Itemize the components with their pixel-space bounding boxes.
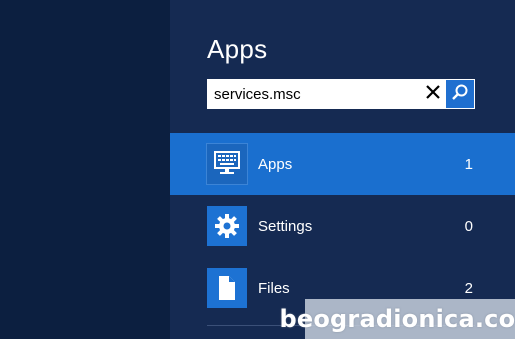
result-count: 0 [464, 217, 473, 235]
apps-keyboard-monitor-icon [206, 143, 248, 185]
result-label: Apps [258, 155, 293, 173]
search-button[interactable] [446, 80, 474, 108]
file-icon [207, 268, 247, 308]
search-icon [451, 83, 469, 106]
search-input[interactable] [208, 80, 420, 108]
clear-search-button[interactable] [420, 80, 446, 108]
result-settings[interactable]: Settings 0 [170, 195, 515, 257]
search-results-list: Apps 1 Settings 0 Files 2 [170, 133, 515, 319]
result-count: 1 [464, 155, 473, 173]
close-icon [425, 84, 441, 105]
result-label: Files [258, 279, 290, 297]
start-screen: Apps services.msc Apps 1 Settings 0 File… [0, 0, 515, 339]
watermark: beogradionica.com [279, 299, 515, 339]
result-count: 2 [464, 279, 473, 297]
search-charm-pane: Apps services.msc Apps 1 Settings 0 File… [170, 0, 515, 339]
gear-icon [207, 206, 247, 246]
result-label: Settings [258, 217, 313, 235]
pane-title: Apps [207, 34, 268, 64]
watermark-text: beogradionica.com [279, 305, 515, 333]
search-box [207, 79, 475, 109]
result-apps[interactable]: Apps 1 [170, 133, 515, 195]
start-background [0, 0, 170, 339]
